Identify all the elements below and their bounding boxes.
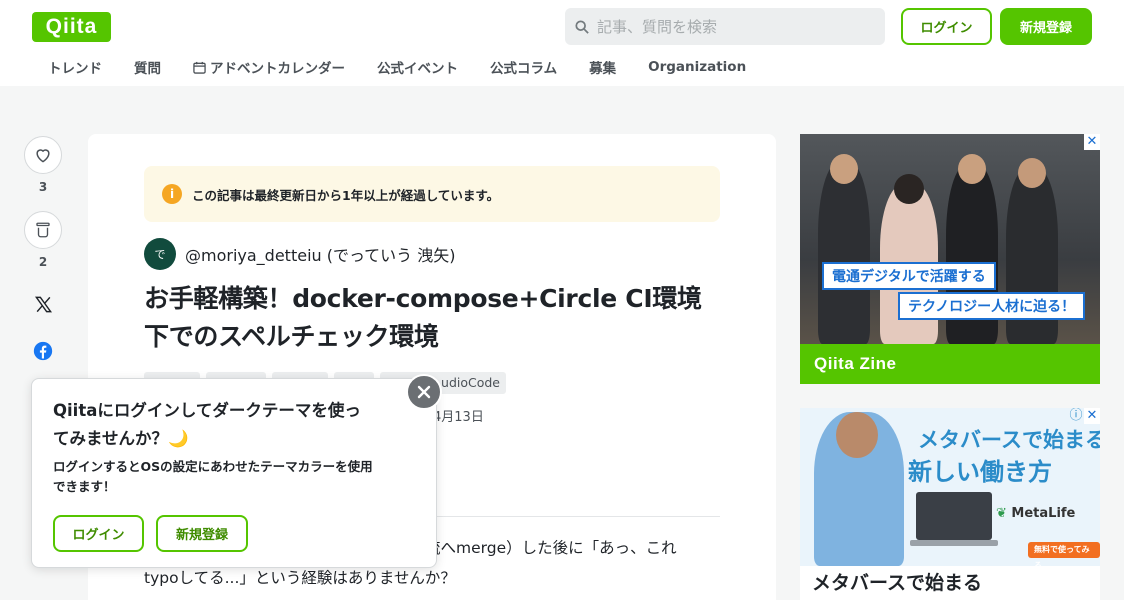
ad-person: [818, 162, 870, 344]
ad-person-head: [958, 154, 986, 184]
metalife-logo-icon: ❦: [996, 506, 1012, 521]
signup-button[interactable]: 新規登録: [1000, 8, 1092, 45]
article-body-partial: [144, 594, 720, 600]
notice-text: この記事は最終更新日から1年以上が経過しています。: [192, 187, 500, 203]
outdated-notice: i この記事は最終更新日から1年以上が経過しています。: [144, 166, 720, 222]
ad-banner-text: テクノロジー人材に迫る！: [898, 292, 1086, 320]
main-nav: トレンド 質問 アドベントカレンダー 公式イベント 公式コラム 募集 Organ…: [32, 56, 762, 78]
nav-recruitment[interactable]: 募集: [573, 56, 632, 78]
site-header: Qiita ログイン 新規登録 トレンド 質問 アドベントカレンダー 公式イベン…: [0, 0, 1124, 86]
popup-title: Qiitaにログインしてダークテーマを使っ てみませんか？🌙: [53, 401, 361, 448]
ad-close-icon[interactable]: ✕: [1084, 408, 1100, 424]
ad-person-head: [830, 154, 858, 184]
search-icon: [575, 19, 589, 34]
ad-bottom-text: メタバースで始まる: [800, 566, 1100, 600]
article-actions: 3 2: [24, 136, 64, 366]
nav-trend[interactable]: トレンド: [32, 56, 118, 78]
ad-banner-metalife[interactable]: メタバースで始まる 新しい働き方 ❦ MetaLife 無料で使ってみる メタバ…: [800, 408, 1100, 600]
nav-advent-calendar[interactable]: アドベントカレンダー: [177, 56, 361, 78]
qiita-logo[interactable]: Qiita: [32, 12, 111, 42]
ad-info-icon[interactable]: ⓘ: [1068, 408, 1084, 424]
search-input[interactable]: [597, 17, 877, 36]
like-count: 3: [38, 180, 48, 194]
article-body-line: 流へmerge）した後に「あっ、これ: [425, 539, 677, 557]
ad-person-head: [1018, 158, 1046, 188]
nav-official-columns[interactable]: 公式コラム: [474, 56, 573, 78]
stock-icon: [36, 222, 50, 238]
x-logo-icon: [34, 296, 52, 312]
avatar[interactable]: で: [144, 238, 176, 270]
ad-headline: 新しい働き方: [908, 458, 1052, 486]
nav-official-events[interactable]: 公式イベント: [361, 56, 474, 78]
like-button[interactable]: [24, 136, 62, 174]
ad-footer-brand: Qiita Zine: [800, 344, 1100, 384]
ad-person-head: [894, 174, 924, 204]
author-name[interactable]: @moriya_detteiu (でっていう 洩矢): [185, 242, 456, 266]
popup-description: ログインするとOSの設定にあわせたテーマカラーを使用 できます！: [53, 459, 373, 494]
author-info[interactable]: で @moriya_detteiu (でっていう 洩矢): [144, 238, 456, 270]
laptop-base: [910, 540, 998, 546]
nav-organization[interactable]: Organization: [632, 56, 762, 78]
dark-theme-popup: Qiitaにログインしてダークテーマを使っ てみませんか？🌙 ログインするとOS…: [31, 378, 437, 568]
popup-close-button[interactable]: [406, 374, 442, 410]
ad-close-icon[interactable]: ✕: [1084, 134, 1100, 150]
info-icon: i: [162, 184, 182, 204]
share-x-button[interactable]: [24, 289, 62, 319]
ad-banner-qiita-zine[interactable]: 電通デジタルで活躍する テクノロジー人材に迫る！ Qiita Zine ✕: [800, 134, 1100, 384]
search-box[interactable]: [565, 8, 885, 45]
popup-login-button[interactable]: ログイン: [53, 515, 144, 552]
heart-icon: [36, 149, 50, 163]
ad-headline: メタバースで始まる: [918, 428, 1100, 452]
laptop-illustration: [916, 492, 992, 540]
ad-banner-text: 電通デジタルで活躍する: [822, 262, 996, 290]
login-button[interactable]: ログイン: [901, 8, 992, 45]
article-title: お手軽構築！docker-compose+Circle CI環境 下でのスペルチ…: [144, 284, 702, 351]
facebook-icon: [33, 341, 53, 361]
ad-cta-button[interactable]: 無料で使ってみる: [1028, 542, 1100, 570]
ad-person-head: [836, 412, 878, 458]
ad-brand: ❦ MetaLife: [996, 506, 1076, 521]
close-icon: [417, 385, 431, 399]
popup-signup-button[interactable]: 新規登録: [156, 515, 248, 552]
nav-questions[interactable]: 質問: [118, 56, 177, 78]
share-facebook-button[interactable]: [24, 336, 62, 366]
calendar-icon: [193, 61, 206, 74]
post-date: 4月13日: [433, 410, 484, 425]
stock-button[interactable]: [24, 211, 62, 249]
stock-count: 2: [38, 255, 48, 269]
article-body-line: typoしてる...」という経験はありませんか？: [144, 569, 456, 587]
